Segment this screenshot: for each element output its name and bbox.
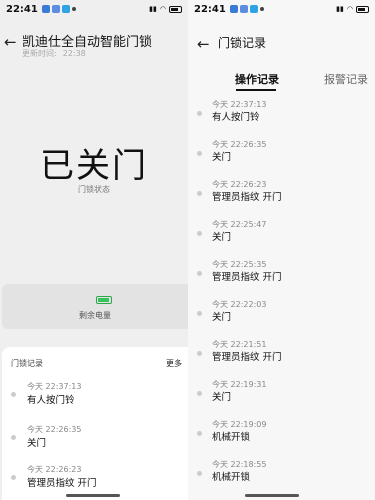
active-tab-indicator (236, 89, 276, 91)
dot-icon (11, 475, 16, 480)
dot-icon (197, 351, 202, 356)
page-title: 门锁记录 (218, 36, 267, 50)
updated-time: 更新时间: 22:38 (22, 48, 86, 59)
back-arrow-icon[interactable]: ← (197, 35, 210, 53)
system-status-icons: ▮▮ ◠ (149, 5, 182, 13)
record-event: 有人按门铃 (27, 395, 75, 406)
dot-icon (197, 391, 202, 396)
app-notification-icon (229, 5, 238, 13)
status-bar: 22:41 ▮▮ ◠ (0, 0, 188, 18)
record-event: 机械开锁 (212, 432, 251, 443)
battery-card: 剩余电量 (2, 284, 188, 329)
lock-records-screen: 22:41 ▮▮ ◠ ← 门锁记录 操作记录 报警记录 今天 22:37:13 … (188, 0, 375, 500)
battery-icon (96, 296, 112, 304)
signal-icon: ▮▮ (149, 5, 157, 13)
app-notification-icon (61, 5, 70, 13)
dot-icon (197, 111, 202, 116)
record-event: 管理员指纹 开门 (212, 272, 282, 283)
dot-icon (11, 435, 16, 440)
dot-icon (11, 392, 16, 397)
record-event: 关门 (27, 438, 47, 449)
device-detail-screen: 22:41 ▮▮ ◠ ← 凯迪仕全自动智能门锁 更新时间: 22:38 已关门 门… (0, 0, 188, 500)
record-event: 管理员指纹 开门 (27, 478, 97, 489)
lock-records-card: 门锁记录 更多 今天 22:37:13 有人按门铃 今天 22:26:35 关门… (2, 347, 188, 500)
more-notifications-icon (71, 7, 76, 11)
more-notifications-icon (259, 7, 264, 11)
more-button[interactable]: 更多 (166, 358, 182, 369)
record-event: 管理员指纹 开门 (212, 192, 282, 203)
battery-label: 剩余电量 (79, 311, 111, 320)
battery-status-icon (356, 5, 369, 13)
app-notification-icon (249, 5, 258, 13)
status-bar: 22:41 ▮▮ ◠ (188, 0, 375, 18)
tab-operation-records[interactable]: 操作记录 (235, 71, 279, 87)
dot-icon (197, 311, 202, 316)
dot-icon (197, 431, 202, 436)
status-time: 22:41 (6, 3, 38, 15)
record-time: 今天 22:26:23 (27, 465, 82, 474)
home-indicator[interactable] (66, 494, 120, 497)
record-time: 今天 22:37:13 (27, 382, 82, 391)
home-indicator[interactable] (245, 494, 299, 497)
records-header: 门锁记录 (11, 359, 43, 368)
updated-time-value: 22:38 (62, 49, 86, 58)
record-time: 今天 22:26:35 (27, 425, 82, 434)
lock-state-value: 已关门 (40, 146, 148, 186)
dot-icon (197, 151, 202, 156)
battery-status-icon (169, 5, 182, 13)
wifi-icon: ◠ (159, 5, 166, 13)
status-time: 22:41 (194, 3, 226, 15)
wifi-icon: ◠ (346, 5, 353, 13)
dot-icon (197, 231, 202, 236)
system-status-icons: ▮▮ ◠ (336, 5, 369, 13)
record-event: 关门 (212, 152, 232, 163)
signal-icon: ▮▮ (336, 5, 344, 13)
app-notification-icon (239, 5, 248, 13)
back-arrow-icon[interactable]: ← (4, 33, 17, 51)
dot-icon (197, 271, 202, 276)
record-event: 关门 (212, 312, 232, 323)
app-notification-icon (41, 5, 50, 13)
updated-label: 更新时间: (22, 49, 57, 58)
record-event: 关门 (212, 232, 232, 243)
tab-alarm-records[interactable]: 报警记录 (324, 71, 368, 87)
record-event: 机械开锁 (212, 472, 251, 483)
app-notification-icon (51, 5, 60, 13)
dot-icon (197, 191, 202, 196)
record-event: 关门 (212, 392, 232, 403)
record-event: 有人按门铃 (212, 112, 260, 123)
lock-state-label: 门锁状态 (78, 185, 110, 194)
record-event: 管理员指纹 开门 (212, 352, 282, 363)
dot-icon (197, 471, 202, 476)
